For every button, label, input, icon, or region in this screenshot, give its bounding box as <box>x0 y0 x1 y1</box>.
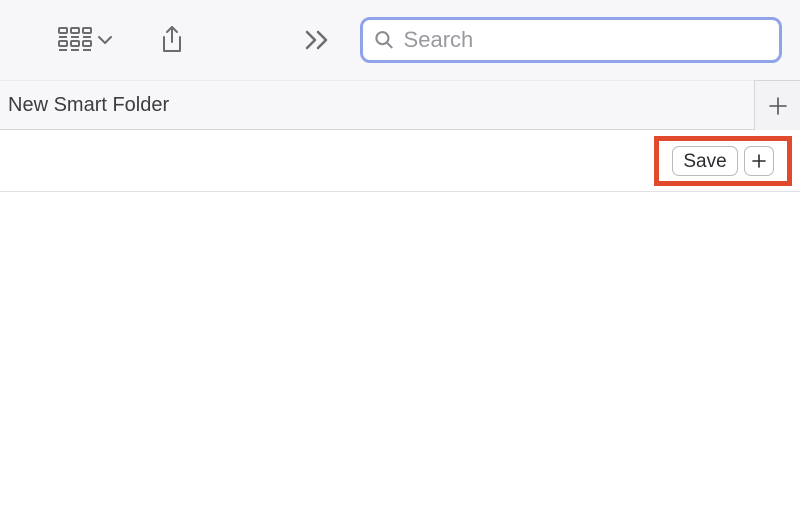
chevrons-right-icon <box>304 29 330 51</box>
search-input[interactable] <box>404 27 767 53</box>
criteria-row: Save <box>0 130 800 192</box>
search-icon <box>375 30 394 50</box>
plus-icon <box>768 96 788 116</box>
share-icon <box>160 25 184 55</box>
add-tab-button[interactable] <box>754 80 800 130</box>
add-criteria-button[interactable] <box>744 146 774 176</box>
save-button[interactable]: Save <box>672 146 737 176</box>
share-button[interactable] <box>160 25 184 55</box>
toolbar-overflow-button[interactable] <box>304 29 330 51</box>
view-options-button[interactable] <box>58 27 112 53</box>
location-header: New Smart Folder <box>0 80 800 130</box>
plus-icon <box>751 153 767 169</box>
toolbar <box>0 0 800 80</box>
grid-view-icon <box>58 27 92 53</box>
search-field[interactable] <box>360 17 782 63</box>
page-title: New Smart Folder <box>8 94 169 117</box>
chevron-down-icon <box>98 35 112 45</box>
save-controls-highlight: Save <box>654 136 792 186</box>
results-area <box>0 192 800 509</box>
